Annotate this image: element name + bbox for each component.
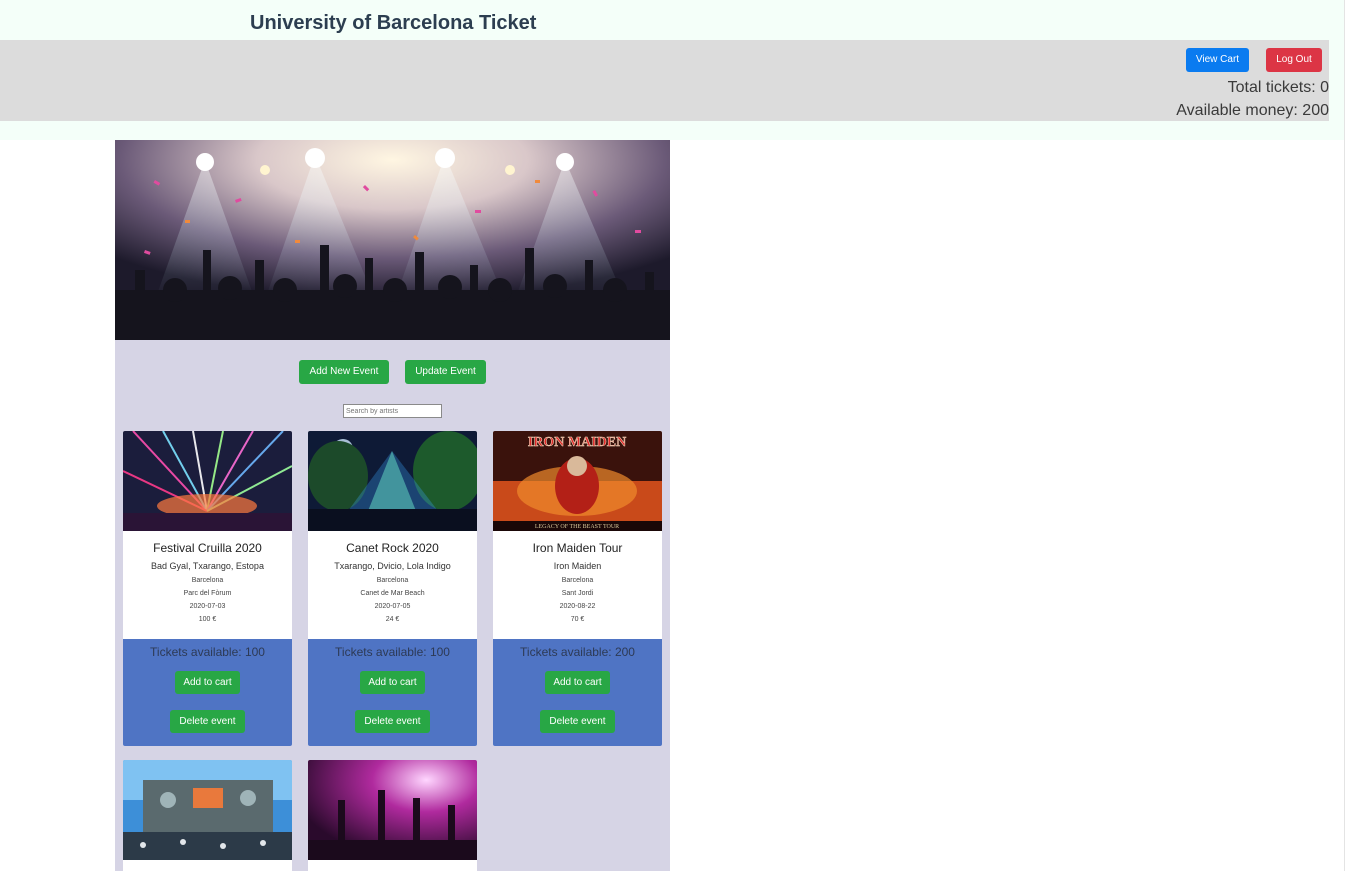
event-city: Barcelona [376,577,409,584]
event-card-footer: Tickets available: 100 Add to cart Delet… [308,639,477,746]
event-name: Festival Cruilla 2020 [153,541,262,555]
events-panel: Add New Event Update Event Search by art… [115,140,670,871]
event-details: Canet Rock 2020 Txarango, Dvicio, Lola I… [308,531,477,639]
site-header: University of Barcelona Ticket View Cart… [0,0,1344,140]
delete-event-button[interactable]: Delete event [355,710,430,733]
event-image [123,760,292,860]
artist-search-input[interactable] [343,404,442,418]
event-card [123,760,292,871]
event-price: 70 € [570,616,585,623]
event-image [308,760,477,860]
event-venue: Sant Jordi [561,590,594,597]
add-new-event-button[interactable]: Add New Event [299,360,389,384]
event-artists: Bad Gyal, Txarango, Estopa [151,561,264,571]
event-price: 24 € [385,616,400,623]
event-image [123,431,292,531]
event-card: Festival Cruilla 2020 Bad Gyal, Txarango… [123,431,292,746]
total-tickets: Total tickets: 0 [1227,79,1329,96]
page: University of Barcelona Ticket View Cart… [0,0,1346,871]
add-to-cart-button[interactable]: Add to cart [360,671,425,694]
event-card-footer: Tickets available: 100 Add to cart Delet… [123,639,292,746]
event-card: Canet Rock 2020 Txarango, Dvicio, Lola I… [308,431,477,746]
band-logo: IRON MAIDEN [528,435,626,450]
event-date: 2020-07-05 [374,603,411,610]
event-image: IRON MAIDEN LEGACY OF THE BEAST TOUR [493,431,662,531]
event-details: Iron Maiden Tour Iron Maiden Barcelona S… [493,531,662,639]
delete-event-button[interactable]: Delete event [540,710,615,733]
log-out-button[interactable]: Log Out [1266,48,1322,72]
event-name: Iron Maiden Tour [532,541,623,555]
event-date: 2020-07-03 [189,603,226,610]
view-cart-button[interactable]: View Cart [1186,48,1249,72]
event-city: Barcelona [561,577,594,584]
event-card [308,760,477,871]
event-image [308,431,477,531]
event-card-footer: Tickets available: 200 Add to cart Delet… [493,639,662,746]
tickets-available: Tickets available: 100 [150,645,265,659]
account-bar: View Cart Log Out Total tickets: 0 Avail… [0,40,1329,121]
event-venue: Canet de Mar Beach [360,590,425,597]
event-venue: Parc del Fòrum [183,590,232,597]
event-details: Festival Cruilla 2020 Bad Gyal, Txarango… [123,531,292,639]
tickets-available: Tickets available: 200 [520,645,635,659]
event-price: 100 € [198,616,217,623]
event-artists: Txarango, Dvicio, Lola Indigo [334,561,451,571]
delete-event-button[interactable]: Delete event [170,710,245,733]
event-card: IRON MAIDEN LEGACY OF THE BEAST TOUR Iro… [493,431,662,746]
available-money: Available money: 200 [1176,102,1329,119]
event-date: 2020-08-22 [559,603,596,610]
event-city: Barcelona [191,577,224,584]
scrollbar-edge [1344,0,1345,871]
add-to-cart-button[interactable]: Add to cart [175,671,240,694]
update-event-button[interactable]: Update Event [405,360,486,384]
add-to-cart-button[interactable]: Add to cart [545,671,610,694]
tour-line: LEGACY OF THE BEAST TOUR [535,524,619,530]
event-artists: Iron Maiden [553,561,602,571]
event-name: Canet Rock 2020 [346,541,439,555]
tickets-available: Tickets available: 100 [335,645,450,659]
site-title: University of Barcelona Ticket [250,12,537,34]
hero-banner-image [115,140,670,340]
